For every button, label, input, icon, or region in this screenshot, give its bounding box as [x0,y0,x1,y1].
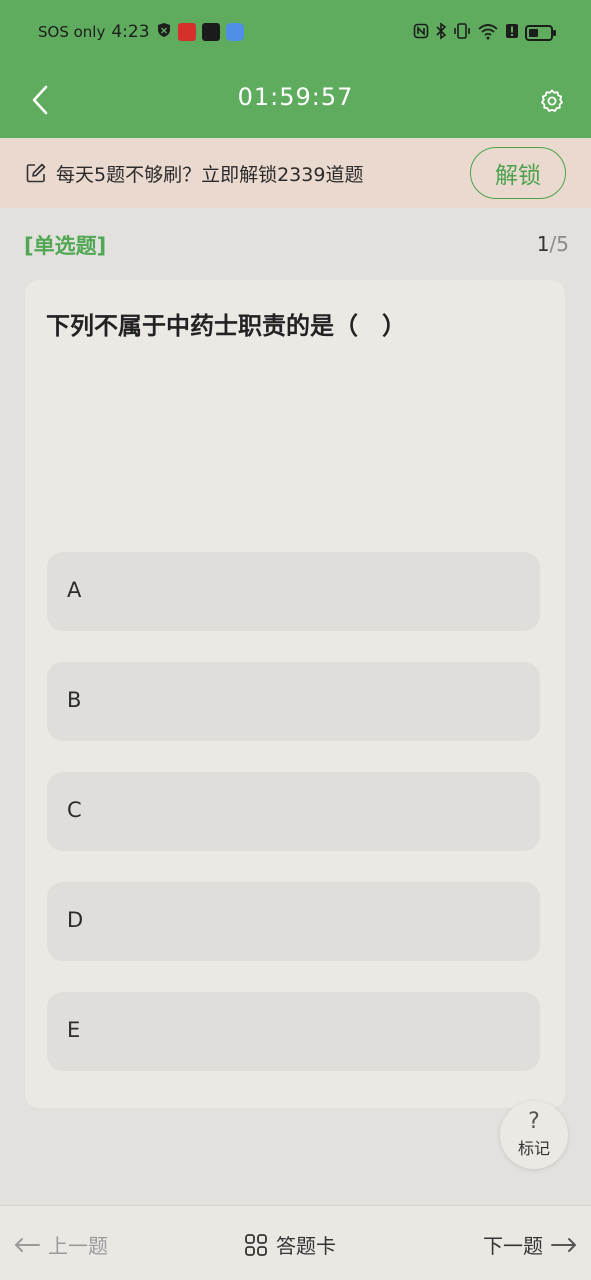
prev-question-button[interactable]: 上一题 [14,1230,108,1259]
vibrate-icon [453,22,471,44]
battery-icon [525,25,556,41]
option-label: A [67,578,82,602]
wifi-icon [477,22,499,44]
message-notification-icon [225,23,244,41]
unlock-button[interactable]: 解锁 [470,147,566,199]
status-bar: SOS only 4:23 [0,0,591,66]
answer-card-button[interactable]: 答题卡 [244,1230,336,1259]
gear-icon [541,89,563,112]
option-b[interactable]: B [47,662,540,741]
question-counter: 1/5 [537,232,569,256]
option-label: B [67,688,82,712]
banner-text: 每天5题不够刷？立即解锁2339道题 [56,164,364,186]
next-question-label: 下一题 [483,1234,543,1258]
question-mark-icon: ? [528,1109,540,1134]
option-d[interactable]: D [47,882,540,961]
bluetooth-icon [435,22,447,44]
mark-button[interactable]: ? 标记 [500,1101,568,1169]
option-e[interactable]: E [47,992,540,1071]
settings-button[interactable] [535,84,569,118]
app-header: 01:59:57 [0,66,591,138]
arrow-left-icon [15,1237,40,1252]
option-label: D [67,908,84,932]
clock: 4:23 [111,22,150,42]
mark-label: 标记 [517,1139,550,1158]
status-left: SOS only 4:23 [38,22,244,42]
question-type-label: [单选题] [24,234,107,258]
prev-question-label: 上一题 [48,1234,108,1258]
carrier-text: SOS only [38,23,106,41]
app-notification-icon [177,23,196,41]
option-c[interactable]: C [47,772,540,851]
status-right [413,22,556,44]
answer-card-label: 答题卡 [276,1234,336,1258]
grid-icon [245,1233,267,1256]
current-question-number: 1 [536,232,550,256]
total-question-count: 5 [556,232,569,256]
arrow-right-icon [551,1237,576,1252]
nfc-icon [413,23,429,43]
countdown-timer: 01:59:57 [237,83,354,111]
shield-icon [156,22,172,42]
tiktok-notification-icon [201,23,220,41]
edit-icon [25,162,47,188]
option-label: C [67,798,82,822]
bottom-nav: 上一题 答题卡 下一题 [0,1205,591,1280]
question-text: 下列不属于中药士职责的是（ ） [46,312,406,340]
option-label: E [67,1018,81,1042]
next-question-button[interactable]: 下一题 [483,1230,577,1259]
alert-icon [505,23,519,43]
option-a[interactable]: A [47,552,540,631]
